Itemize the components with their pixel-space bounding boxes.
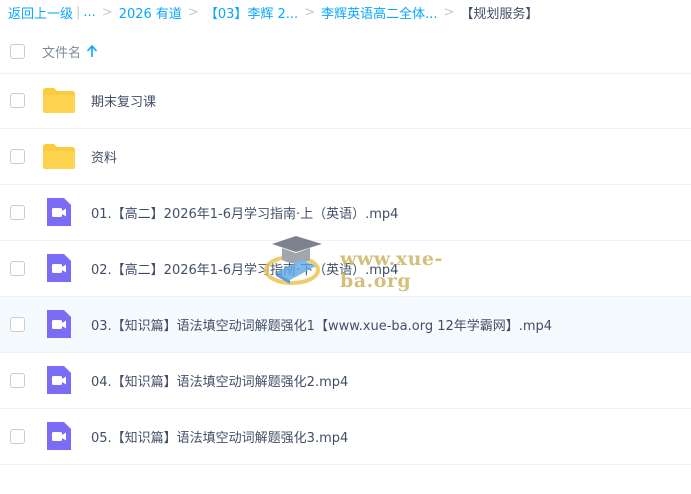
row-checkbox[interactable] <box>10 373 25 388</box>
row-checkbox[interactable] <box>10 429 25 444</box>
row-checkbox[interactable] <box>10 93 25 108</box>
breadcrumb-separator: > <box>443 4 455 20</box>
video-file-icon <box>47 310 71 338</box>
file-name[interactable]: 02.【高二】2026年1-6月学习指南·下（英语）.mp4 <box>91 259 398 278</box>
sort-ascending-icon <box>87 45 97 57</box>
video-file-icon <box>47 198 71 226</box>
video-file-icon <box>47 422 71 450</box>
file-name[interactable]: 01.【高二】2026年1-6月学习指南·上（英语）.mp4 <box>91 203 398 222</box>
row-checkbox[interactable] <box>10 317 25 332</box>
column-filename-label: 文件名 <box>42 45 82 61</box>
row-checkbox[interactable] <box>10 149 25 164</box>
folder-icon <box>43 88 75 113</box>
breadcrumb-ellipsis[interactable]: ... <box>83 5 95 20</box>
video-file-icon <box>47 254 71 282</box>
breadcrumb-item[interactable]: 【03】李辉 2... <box>205 3 298 22</box>
folder-icon <box>43 144 75 169</box>
breadcrumb: 返回上一级 | ... > 2026 有道 > 【03】李辉 2... > 李辉… <box>8 0 691 24</box>
file-list: 期末复习课 资料 01.【高二】2026年1-6月学习指南·上（英语）.mp4 … <box>0 73 691 465</box>
breadcrumb-divider: | <box>76 4 81 20</box>
breadcrumb-current: 【规划服务】 <box>460 6 539 22</box>
select-all-checkbox[interactable] <box>10 43 25 59</box>
file-row-video[interactable]: 02.【高二】2026年1-6月学习指南·下（英语）.mp4 <box>0 241 691 297</box>
file-name[interactable]: 资料 <box>91 147 117 166</box>
back-link[interactable]: 返回上一级 <box>8 3 73 22</box>
file-name[interactable]: 05.【知识篇】语法填空动词解题强化3.mp4 <box>91 427 348 446</box>
row-checkbox[interactable] <box>10 261 25 276</box>
column-filename[interactable]: 文件名 <box>42 42 97 61</box>
file-name[interactable]: 03.【知识篇】语法填空动词解题强化1【www.xue-ba.org 12年学霸… <box>91 315 552 334</box>
file-name[interactable]: 04.【知识篇】语法填空动词解题强化2.mp4 <box>91 371 348 390</box>
file-row-video[interactable]: 05.【知识篇】语法填空动词解题强化3.mp4 <box>0 409 691 465</box>
file-list-header: 文件名 <box>0 29 691 74</box>
breadcrumb-separator: > <box>304 4 316 20</box>
breadcrumb-separator: > <box>187 4 199 20</box>
row-checkbox[interactable] <box>10 205 25 220</box>
file-row-video[interactable]: 04.【知识篇】语法填空动词解题强化2.mp4 <box>0 353 691 409</box>
file-row-video[interactable]: 01.【高二】2026年1-6月学习指南·上（英语）.mp4 <box>0 185 691 241</box>
file-name[interactable]: 期末复习课 <box>91 91 156 110</box>
breadcrumb-item[interactable]: 2026 有道 <box>119 3 182 22</box>
video-file-icon <box>47 366 71 394</box>
file-row-video[interactable]: 03.【知识篇】语法填空动词解题强化1【www.xue-ba.org 12年学霸… <box>0 297 691 353</box>
file-row-folder[interactable]: 期末复习课 <box>0 73 691 129</box>
file-row-folder[interactable]: 资料 <box>0 129 691 185</box>
breadcrumb-separator: > <box>101 4 113 20</box>
breadcrumb-item[interactable]: 李辉英语高二全体... <box>321 3 437 22</box>
